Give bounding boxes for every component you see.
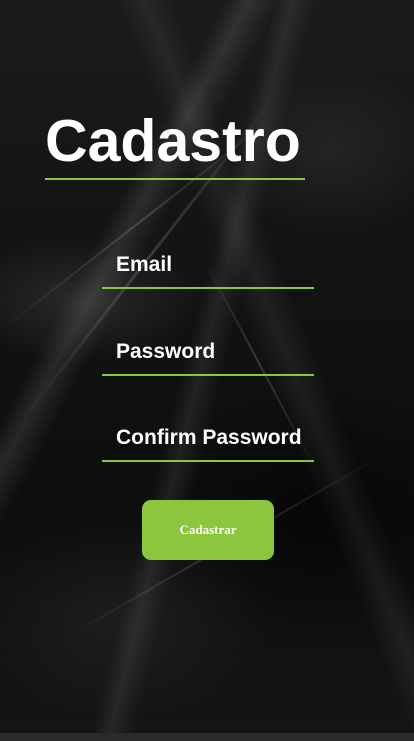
- confirm-password-field: [102, 416, 314, 462]
- confirm-password-input[interactable]: [102, 416, 314, 460]
- password-input[interactable]: [102, 330, 314, 374]
- email-input[interactable]: [102, 243, 314, 287]
- signup-page: Cadastro Cadastrar: [0, 0, 414, 733]
- bottom-strip: [0, 733, 414, 741]
- page-title: Cadastro: [45, 104, 305, 180]
- cadastrar-button[interactable]: Cadastrar: [142, 500, 274, 560]
- password-field: [102, 330, 314, 376]
- email-field: [102, 243, 314, 289]
